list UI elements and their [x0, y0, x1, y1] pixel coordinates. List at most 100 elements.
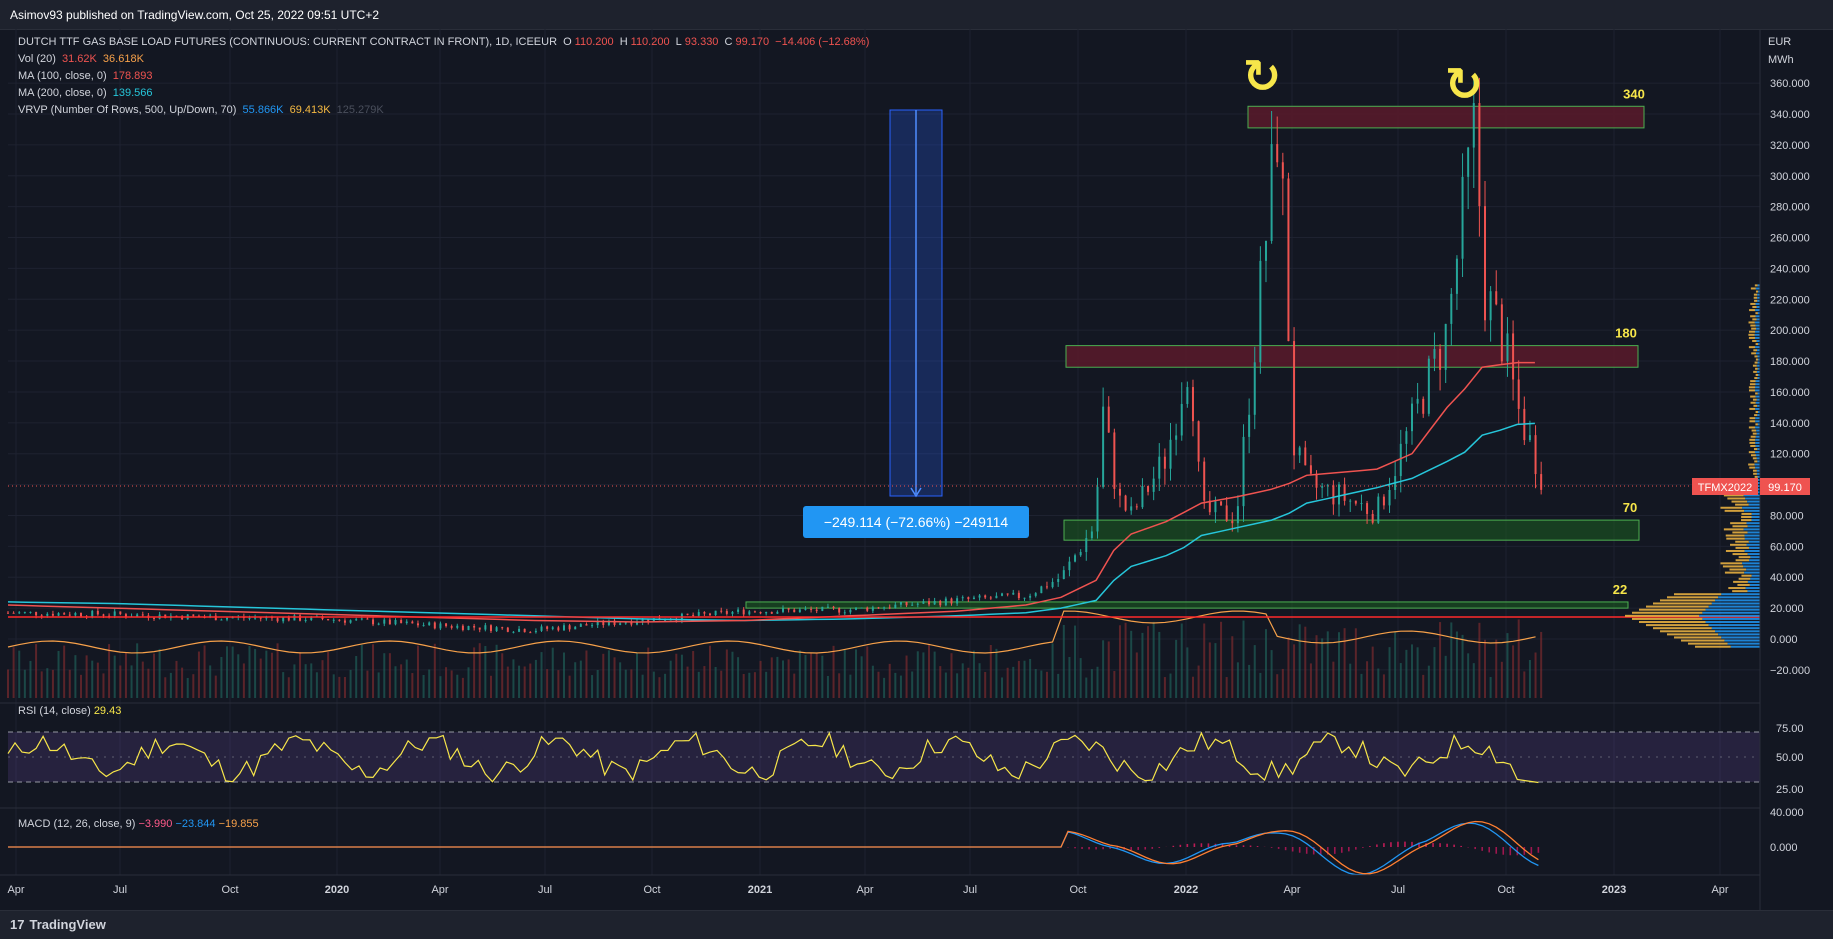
vrvp-bar-down — [1660, 599, 1715, 601]
volume-bar — [1226, 677, 1228, 698]
volume-bar — [378, 672, 380, 698]
rsi-value: 29.43 — [94, 705, 122, 717]
volume-bar — [1445, 656, 1447, 698]
candle-body — [698, 612, 700, 616]
time-tick-label: Apr — [431, 884, 448, 896]
volume-bar — [1495, 640, 1497, 698]
macd-legend[interactable]: MACD (12, 26, close, 9) −3.990 −23.844 −… — [18, 818, 259, 830]
macd-hist-bar — [1137, 847, 1139, 850]
tradingview-brand[interactable]: 17TradingView — [10, 917, 106, 932]
volume-bar — [614, 657, 616, 698]
macd-tick-label: 0.000 — [1770, 842, 1798, 854]
vrvp-bar-up — [1756, 325, 1760, 327]
chart-canvas[interactable]: 3401807022 −249.114 (−72.66%) −249114 ↻ … — [0, 0, 1833, 938]
vrvp-bar-up — [1755, 426, 1760, 428]
volume-bar — [355, 656, 357, 698]
candle-body — [883, 607, 885, 608]
rsi-legend[interactable]: RSI (14, close) 29.43 — [18, 705, 121, 717]
vrvp-bar-up — [1699, 615, 1760, 617]
vrvp-bar-down — [1736, 559, 1749, 561]
candle-body — [1484, 206, 1486, 320]
candle-body — [1506, 333, 1508, 361]
candle-body — [456, 626, 458, 628]
legend-ma100-row[interactable]: MA (100, close, 0) 178.893 — [18, 68, 872, 85]
legend-ma200-row[interactable]: MA (200, close, 0) 139.566 — [18, 85, 872, 102]
candle-body — [1001, 593, 1003, 595]
vrvp-bar-down — [1729, 569, 1746, 571]
bottom-bar: 17TradingView — [0, 910, 1833, 939]
volume-bar — [366, 671, 368, 698]
candle-body — [630, 623, 632, 625]
volume-bar — [1428, 666, 1430, 698]
price-tick-label: 240.000 — [1770, 263, 1810, 275]
volume-bar — [788, 659, 790, 698]
macd-tick-label: 40.000 — [1770, 807, 1804, 819]
volume-bar — [350, 670, 352, 698]
candle-body — [1310, 465, 1312, 473]
vrvp-bar-down — [1739, 556, 1751, 558]
legend-vol-row[interactable]: Vol (20) 31.62K 36.618K — [18, 51, 872, 68]
volume-bar — [748, 673, 750, 698]
vrvp-bar-down — [1741, 575, 1751, 577]
candle-body — [1035, 593, 1037, 596]
vrvp-bar-down — [1756, 291, 1758, 293]
volume-bar — [1147, 626, 1149, 698]
volume-bar — [535, 660, 537, 698]
vrvp-bar-up — [1709, 606, 1760, 608]
candle-body — [1214, 501, 1216, 512]
candle-body — [535, 631, 537, 632]
vrvp-bar-down — [1681, 640, 1724, 642]
volume-bar — [147, 669, 149, 698]
candle-body — [501, 627, 503, 628]
candle-body — [1400, 444, 1402, 476]
macd-hist-bar — [1130, 847, 1132, 850]
candle-body — [484, 625, 486, 629]
volume-bar — [906, 656, 908, 698]
vrvp-bar-down — [1755, 476, 1758, 478]
volume-bar — [383, 653, 385, 698]
volume-bar — [630, 669, 632, 698]
vrvp-bar-down — [1755, 368, 1758, 370]
candle-body — [220, 620, 222, 621]
volume-bar — [821, 656, 823, 698]
volume-bar — [1523, 671, 1525, 698]
candle-body — [1136, 506, 1138, 507]
volume-bar — [1057, 674, 1059, 698]
volume-bar — [799, 650, 801, 698]
macd-hist-bar — [1446, 844, 1448, 847]
rsi-axis: 75.0050.0025.00 — [1776, 723, 1804, 796]
candle-body — [917, 604, 919, 605]
vrvp-bar-down — [1646, 624, 1709, 626]
volume-bar — [125, 652, 127, 698]
vrvp-bar-down — [1754, 297, 1757, 299]
candle-body — [855, 608, 857, 610]
candle-body — [153, 618, 155, 619]
volume-bar — [1035, 669, 1037, 698]
candle-body — [1265, 241, 1267, 261]
time-tick-label: 2021 — [748, 884, 772, 896]
candle-body — [950, 599, 952, 604]
volume-bar — [591, 675, 593, 698]
vrvp-bar-down — [1754, 294, 1757, 296]
volume-bar — [619, 662, 621, 698]
vrvp-bar-up — [1748, 531, 1760, 533]
measure-tool[interactable]: −249.114 (−72.66%) −249114 — [803, 110, 1029, 538]
brand-name: TradingView — [29, 917, 105, 932]
vrvp-bar-up — [1756, 396, 1760, 398]
candle-body — [552, 627, 554, 629]
volume-bar — [423, 675, 425, 698]
volume-bar — [1383, 674, 1385, 698]
candle-body — [411, 622, 413, 624]
vrvp-bar-down — [1753, 405, 1757, 407]
time-tick-label: Oct — [1069, 884, 1086, 896]
candle-body — [1355, 501, 1357, 504]
legend-low: 93.330 — [685, 36, 719, 48]
legend-vrvp-row[interactable]: VRVP (Number Of Rows, 500, Up/Down, 70) … — [18, 102, 872, 119]
candle-body — [1439, 349, 1441, 370]
volume-bar — [361, 645, 363, 698]
volume-bar — [473, 647, 475, 698]
candle-body — [967, 597, 969, 599]
vrvp-bar-up — [1756, 445, 1760, 447]
price-tick-label: 280.000 — [1770, 202, 1810, 214]
volume-bar — [293, 664, 295, 698]
